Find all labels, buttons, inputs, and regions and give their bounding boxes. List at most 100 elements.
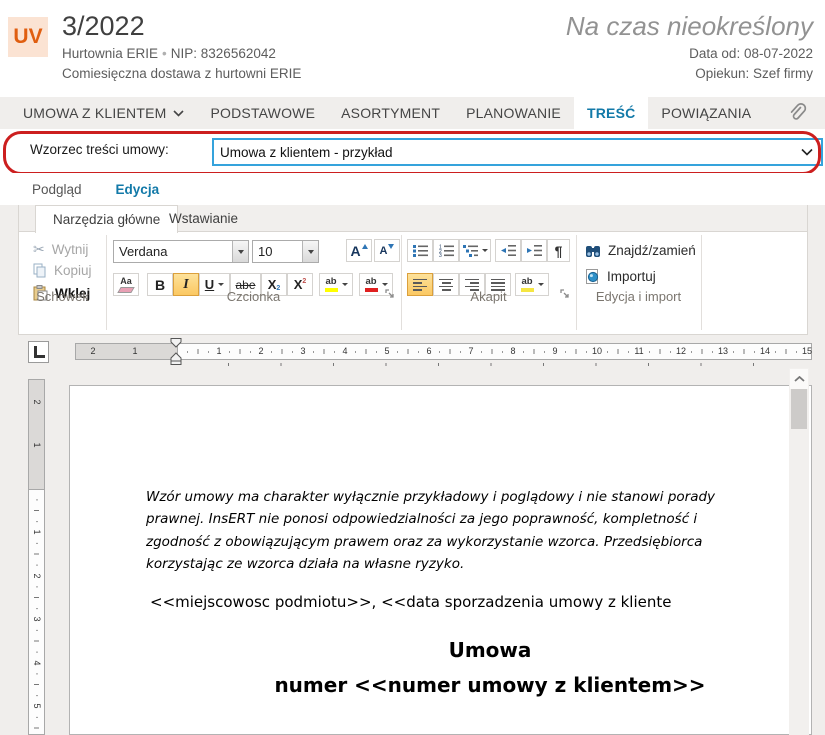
ruler-number: 6 [426, 346, 431, 356]
doc-type-badge: UV [8, 17, 48, 57]
ruler-number: 5 [384, 346, 389, 356]
tab-asortyment[interactable]: ASORTYMENT [328, 97, 453, 129]
ribbon-tab-insert[interactable]: Wstawianie [152, 205, 255, 232]
bullet-list-button[interactable] [407, 239, 433, 262]
tab-umowa-z-klientem[interactable]: UMOWA Z KLIENTEM [10, 97, 197, 129]
template-selector-row: Wzorzec treści umowy: Umowa z klientem -… [0, 129, 825, 173]
grow-font-button[interactable]: A [346, 239, 372, 262]
template-label: Wzorzec treści umowy: [30, 142, 169, 157]
company-name: Hurtownia ERIE [62, 46, 158, 61]
ruler-number: 10 [592, 346, 602, 356]
triangle-down-icon [482, 249, 488, 252]
arrow-up-icon [362, 244, 368, 249]
grow-font-icon: A [350, 243, 360, 259]
ruler-number: 3 [300, 346, 305, 356]
show-paragraph-marks-button[interactable]: ¶ [547, 239, 570, 262]
attachments-button[interactable] [787, 97, 807, 129]
disclaimer-paragraph: Wzór umowy ma charakter wyłącznie przykł… [146, 486, 812, 576]
cut-button[interactable]: ✂ Wytnij [33, 241, 88, 258]
import-icon [585, 269, 600, 284]
ruler-row: 2 1 1 2 3 4 5 6 7 8 9 10 11 12 13 14 15 [0, 335, 825, 368]
ruler-number: 1 [32, 442, 42, 447]
tab-selector-button[interactable] [28, 341, 49, 363]
paperclip-icon [787, 102, 807, 124]
bullet-list-icon [413, 244, 428, 257]
triangle-down-icon [238, 250, 244, 254]
tab-podstawowe[interactable]: PODSTAWOWE [197, 97, 328, 129]
group-title-schowek: Schowek [19, 289, 106, 304]
horizontal-ruler: 2 1 1 2 3 4 5 6 7 8 9 10 11 12 13 14 15 [75, 343, 812, 360]
numbered-list-icon: 123 [439, 244, 454, 257]
tab-tresc[interactable]: TREŚĆ [574, 97, 648, 129]
indent-marker[interactable] [170, 338, 182, 365]
main-tab-bar: UMOWA Z KLIENTEM PODSTAWOWE ASORTYMENT P… [0, 97, 825, 129]
ruler-number: 4 [32, 660, 42, 665]
triangle-down-icon [308, 250, 314, 254]
placeholder-line: <<miejscowosc podmiotu>>, <<data sporzad… [150, 593, 812, 611]
shrink-font-icon: A [380, 245, 388, 257]
chevron-up-icon [794, 376, 805, 382]
tab-stop-l-icon [34, 346, 45, 358]
nip-number: NIP: 8326562042 [171, 46, 276, 61]
document-page[interactable]: Wzór umowy ma charakter wyłącznie przykł… [69, 385, 812, 735]
triangle-down-icon [538, 283, 544, 286]
dialog-launcher-icon[interactable] [560, 289, 571, 300]
ruler-number: 11 [634, 346, 643, 356]
template-select-value: Umowa z klientem - przykład [220, 145, 801, 160]
ruler-number: 1 [216, 346, 221, 356]
outdent-icon [501, 244, 516, 257]
ruler-number: 2 [258, 346, 263, 356]
find-replace-button[interactable]: Znajdź/zamień [585, 243, 696, 258]
shrink-font-button[interactable]: A [374, 239, 400, 262]
numbered-list-button[interactable]: 123 [433, 239, 459, 262]
triangle-down-icon [382, 283, 388, 286]
template-select[interactable]: Umowa z klientem - przykład [212, 138, 823, 166]
subtab-podglad[interactable]: Podgląd [32, 182, 82, 197]
ruler-number: 2 [90, 346, 95, 356]
ruler-number: 15 [802, 346, 812, 356]
dialog-launcher-icon[interactable] [385, 289, 396, 300]
subtab-edycja[interactable]: Edycja [116, 182, 160, 197]
arrow-down-icon [388, 244, 394, 249]
default-tab-stops [228, 363, 788, 366]
copy-button[interactable]: Kopiuj [33, 263, 92, 278]
select-chevron-icon [801, 148, 813, 156]
multilevel-list-button[interactable] [459, 239, 491, 262]
scissors-icon: ✂ [33, 241, 45, 258]
decrease-indent-button[interactable] [495, 239, 521, 262]
page-title: 3/2022 [62, 11, 145, 42]
tab-planowanie[interactable]: PLANOWANIE [453, 97, 574, 129]
copy-icon [33, 263, 47, 278]
chevron-down-icon [173, 110, 184, 117]
triangle-down-icon [218, 283, 224, 286]
vertical-scrollbar[interactable] [789, 368, 809, 735]
contract-number-heading: numer <<numer umowy z klientem>> [110, 673, 812, 697]
group-title-czcionka: Czcionka [106, 289, 401, 304]
ruler-number: 12 [676, 346, 686, 356]
scroll-up-button[interactable] [790, 369, 808, 389]
font-family-combo[interactable]: Verdana [113, 240, 249, 263]
ruler-number: 4 [342, 346, 347, 356]
header-subtitle: Hurtownia ERIE•NIP: 8326562042 [62, 46, 276, 61]
combo-dropdown-button[interactable] [232, 241, 248, 262]
font-size-combo[interactable]: 10 [252, 240, 319, 263]
view-subtabs: Podgląd Edycja [0, 173, 825, 205]
ruler-number: 9 [552, 346, 557, 356]
multilevel-list-icon [463, 244, 478, 257]
svg-text:3: 3 [439, 253, 442, 257]
editor-ribbon: Narzędzia główne Wstawianie ✂ Wytnij Kop… [18, 205, 808, 335]
contract-description: Comiesięczna dostawa z hurtowni ERIE [62, 66, 301, 81]
group-title-edycja-import: Edycja i import [576, 289, 701, 304]
increase-indent-button[interactable] [521, 239, 547, 262]
date-from: Data od: 08-07-2022 [689, 46, 813, 61]
font-size-value: 10 [253, 244, 302, 259]
scrollbar-thumb[interactable] [791, 389, 807, 429]
tab-powiazania[interactable]: POWIĄZANIA [648, 97, 764, 129]
ruler-number: 5 [32, 703, 42, 708]
font-family-value: Verdana [114, 244, 232, 259]
combo-dropdown-button[interactable] [302, 241, 318, 262]
contract-term: Na czas nieokreślony [566, 11, 813, 42]
ruler-number: 8 [510, 346, 515, 356]
indent-icon [527, 244, 542, 257]
import-button[interactable]: Importuj [585, 269, 656, 284]
